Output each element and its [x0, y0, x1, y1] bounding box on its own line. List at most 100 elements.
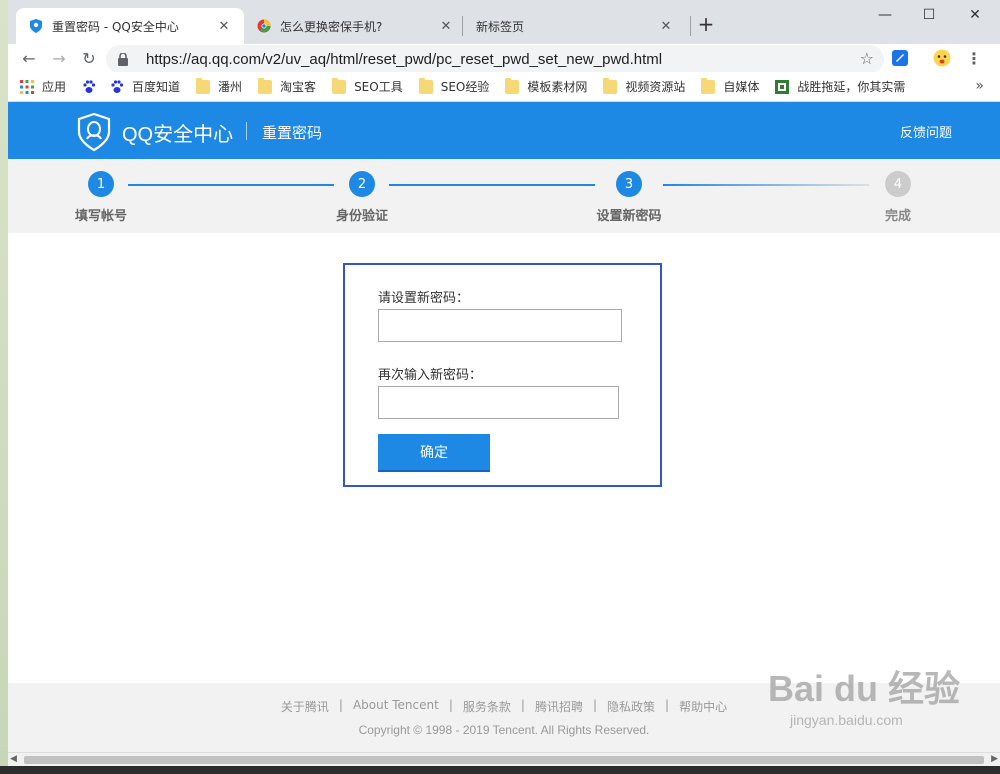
profile-avatar-icon[interactable]: [932, 48, 952, 68]
forward-arrow-icon[interactable]: →: [48, 47, 70, 69]
step-4-label: 完成: [884, 209, 912, 224]
page-content: QQ安全中心 重置密码 反馈问题 1 填写帐号 2 身份验证 3 设置新密码 4…: [8, 102, 1000, 752]
step-2-label: 身份验证: [335, 209, 389, 224]
minimize-icon[interactable]: —: [862, 0, 908, 30]
footer-separator: |: [665, 698, 670, 712]
scroll-left-arrow-icon[interactable]: ◀: [10, 754, 17, 764]
green-bookmark-icon: [775, 79, 790, 94]
bookmark-label: 潘州: [218, 80, 243, 94]
progress-steps: 1 填写帐号 2 身份验证 3 设置新密码 4 完成: [8, 159, 1000, 233]
bookmark-label: SEO经验: [440, 80, 490, 94]
maximize-icon[interactable]: ☐: [906, 0, 952, 30]
tab-title: 怎么更换密保手机?: [280, 19, 383, 34]
bookmark-label: SEO工具: [354, 80, 403, 94]
bookmarks-overflow-icon[interactable]: »: [975, 78, 984, 94]
step-3-circle: 3: [616, 171, 642, 197]
footer-link-privacy[interactable]: 隐私政策: [607, 698, 655, 715]
bookmark-folder[interactable]: 自媒体: [701, 77, 760, 95]
bookmark-baidu-zhidao[interactable]: 百度知道: [110, 78, 180, 95]
confirm-password-input[interactable]: [378, 386, 619, 419]
new-password-label: 请设置新密码：: [378, 291, 470, 306]
footer-separator: |: [448, 698, 453, 712]
confirm-button[interactable]: 确定: [378, 434, 490, 470]
tab-change-phone[interactable]: 怎么更换密保手机? ✕: [244, 8, 466, 44]
menu-kebab-icon[interactable]: ⋮: [964, 48, 984, 68]
tab-reset-password[interactable]: 重置密码 - QQ安全中心 ✕: [16, 8, 244, 44]
close-icon[interactable]: ✕: [216, 19, 232, 34]
window-close-icon[interactable]: ✕: [952, 0, 998, 30]
bookmark-folder[interactable]: SEO经验: [418, 77, 490, 95]
browser-favicon-icon: [256, 18, 272, 34]
folder-icon: [505, 77, 520, 94]
bookmark-folder[interactable]: 模板素材网: [505, 77, 588, 95]
bookmark-baidu-paw[interactable]: [82, 79, 104, 94]
folder-icon: [603, 77, 618, 94]
qq-shield-favicon-icon: [28, 18, 44, 34]
tab-separator: [462, 16, 463, 36]
watermark-logo: Bai du 经验: [768, 668, 961, 709]
tab-strip: 重置密码 - QQ安全中心 ✕ 怎么更换密保手机? ✕ 新标签页 ✕ + — ☐…: [8, 0, 1000, 44]
horizontal-scrollbar[interactable]: ◀ ▶: [8, 752, 1000, 766]
brand-name[interactable]: QQ安全中心: [122, 118, 233, 147]
new-password-input[interactable]: [378, 309, 622, 342]
new-tab-plus-icon[interactable]: +: [694, 12, 718, 36]
watermark-url: jingyan.baidu.com: [790, 712, 903, 728]
extension-icon[interactable]: [890, 48, 910, 68]
bookmark-star-icon[interactable]: ☆: [860, 49, 874, 68]
bookmark-folder[interactable]: 视频资源站: [603, 77, 686, 95]
address-bar[interactable]: https://aq.qq.com/v2/uv_aq/html/reset_pw…: [106, 45, 884, 73]
scrollbar-thumb[interactable]: [24, 756, 984, 764]
set-password-form: 请设置新密码： 再次输入新密码： 确定: [343, 263, 662, 487]
bookmarks-bar: 应用 百度知道 潘州 淘宝客 SEO工具 SEO经验 模板素材网 视频资源站 自…: [8, 72, 1000, 102]
bookmark-page[interactable]: 战胜拖延，你其实需: [775, 78, 905, 95]
bookmark-label: 战胜拖延，你其实需: [797, 80, 906, 94]
step-3-label: 设置新密码: [596, 209, 662, 224]
tab-title: 重置密码 - QQ安全中心: [52, 19, 179, 34]
step-connector: [128, 184, 334, 186]
folder-icon: [701, 77, 716, 94]
footer-separator: |: [520, 698, 525, 712]
step-connector: [663, 184, 869, 186]
footer-separator: |: [592, 698, 598, 712]
step-2-circle: 2: [349, 171, 375, 197]
baidu-jingyan-watermark: Bai du 经验 jingyan.baidu.com: [768, 660, 968, 750]
folder-icon: [418, 77, 433, 94]
footer-link-about[interactable]: 关于腾讯: [281, 698, 329, 715]
lock-icon: [118, 52, 132, 66]
footer-link-about-en[interactable]: About Tencent: [353, 698, 439, 715]
bookmark-label: 模板素材网: [527, 80, 588, 94]
browser-toolbar: ← → ↻ https://aq.qq.com/v2/uv_aq/html/re…: [8, 44, 1000, 73]
taskbar-strip: [0, 766, 1000, 774]
footer-link-terms[interactable]: 服务条款: [463, 698, 511, 715]
site-header: QQ安全中心 重置密码 反馈问题: [8, 102, 1000, 159]
desktop-background: [0, 0, 8, 774]
folder-icon: [258, 77, 273, 94]
footer-separator: |: [338, 698, 343, 712]
bookmark-label: 视频资源站: [625, 80, 686, 94]
tab-separator: [690, 16, 691, 36]
bookmark-folder[interactable]: SEO工具: [332, 77, 403, 95]
feedback-link[interactable]: 反馈问题: [900, 122, 952, 141]
confirm-password-label: 再次输入新密码：: [378, 368, 483, 383]
apps-grid-icon: [20, 79, 34, 94]
bookmark-folder[interactable]: 淘宝客: [258, 77, 317, 95]
back-arrow-icon[interactable]: ←: [18, 47, 40, 69]
tab-new-tab[interactable]: 新标签页 ✕: [464, 8, 686, 44]
close-icon[interactable]: ✕: [658, 19, 674, 34]
bookmark-label: 淘宝客: [280, 80, 317, 94]
reload-icon[interactable]: ↻: [78, 47, 100, 69]
folder-icon: [332, 77, 347, 94]
close-icon[interactable]: ✕: [438, 19, 454, 34]
bookmark-apps[interactable]: 应用: [20, 78, 66, 95]
header-divider: [246, 122, 247, 140]
url-text: https://aq.qq.com/v2/uv_aq/html/reset_pw…: [146, 50, 663, 68]
footer-link-help[interactable]: 帮助中心: [679, 698, 727, 715]
scroll-right-arrow-icon[interactable]: ▶: [991, 754, 998, 764]
browser-window: 重置密码 - QQ安全中心 ✕ 怎么更换密保手机? ✕ 新标签页 ✕ + — ☐…: [8, 0, 1000, 766]
step-connector: [389, 184, 595, 186]
bookmark-folder[interactable]: 潘州: [196, 77, 243, 95]
footer-link-jobs[interactable]: 腾讯招聘: [535, 698, 583, 715]
bookmark-label: 自媒体: [723, 80, 760, 94]
qq-shield-logo-icon[interactable]: [76, 112, 112, 152]
baidu-paw-icon: [110, 79, 124, 94]
